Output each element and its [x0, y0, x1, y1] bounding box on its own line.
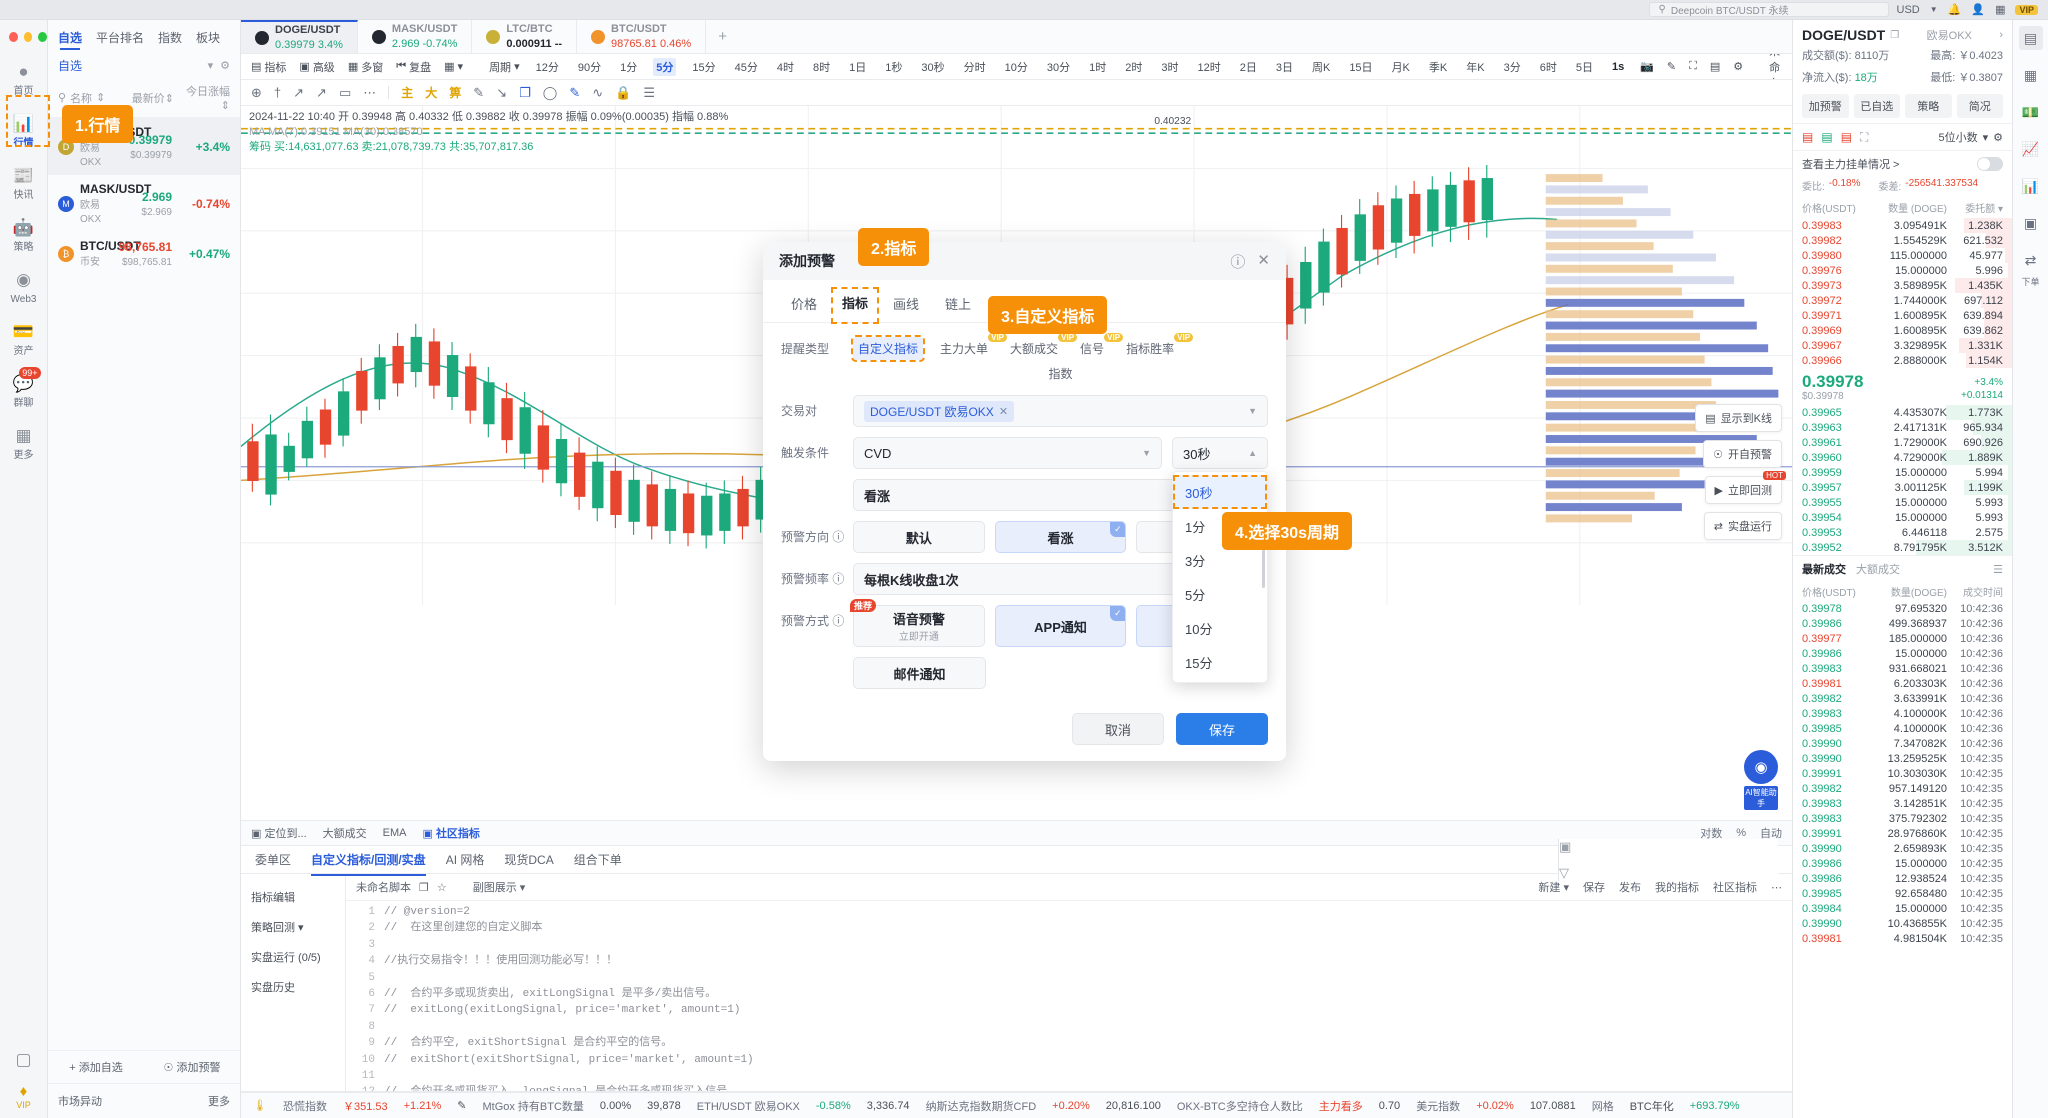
period-option-10m[interactable]: 10分 [1173, 611, 1267, 645]
callout-4: 4.选择30s周期 [1222, 512, 1353, 550]
dialog-tab-drawing[interactable]: 画线 [883, 289, 929, 322]
chevron-down-icon[interactable]: ▼ [1142, 448, 1151, 458]
help-icon[interactable]: ⓘ [832, 572, 844, 586]
trigger-label: 触发条件 [781, 446, 830, 460]
period-option-15m[interactable]: 15分 [1173, 645, 1267, 679]
frequency-value: 每根K线收盘1次 [864, 572, 959, 588]
save-button[interactable]: 保存 [1176, 713, 1268, 745]
help-icon[interactable]: ⓘ [832, 530, 844, 544]
method-voice-sub: 立即开通 [898, 632, 939, 643]
dialog-header-icons: ⓘ ✕ [1230, 251, 1270, 272]
direction-bullish[interactable]: 看涨 ✓ [994, 521, 1127, 553]
alert-type-label: 提醒类型 [781, 342, 830, 356]
check-icon: ✓ [1110, 606, 1126, 621]
check-icon: ✓ [1110, 522, 1126, 537]
alert-type-main-orders[interactable]: 主力大单 VIP [935, 333, 1008, 360]
period-value: 30秒 [1183, 446, 1211, 462]
trigger-indicator-value: CVD [864, 445, 892, 461]
close-icon[interactable]: ✕ [1257, 251, 1270, 272]
close-icon[interactable]: ✕ [999, 405, 1008, 418]
dialog-footer: 取消 保存 [763, 699, 1286, 761]
cancel-button[interactable]: 取消 [1072, 713, 1164, 745]
alert-type-custom-indicator[interactable]: 自定义指标 [850, 335, 926, 362]
pair-select[interactable]: DOGE/USDT 欧易OKX ✕ ▼ [853, 395, 1268, 427]
direction-default[interactable]: 默认 [853, 521, 985, 553]
alert-type-signal[interactable]: 信号 VIP [1075, 333, 1124, 360]
method-voice[interactable]: 推荐 语音预警 立即开通 [850, 599, 985, 647]
alert-type-index[interactable]: 指数 [1043, 362, 1077, 385]
method-label: 预警方式 ⓘ [781, 614, 845, 628]
dialog-tab-onchain[interactable]: 链上 [935, 289, 981, 322]
chevron-up-icon[interactable]: ▲ [1248, 448, 1257, 458]
period-option-30s[interactable]: 30秒 [1173, 475, 1267, 509]
alert-type-options: 自定义指标 主力大单 VIP 大额成交 VIP 信号 VIP 指标胜率 VIP 指数 [850, 333, 1268, 385]
period-dropdown: 30秒 1分 3分 5分 10分 15分 [1172, 471, 1268, 683]
pair-label: 交易对 [781, 404, 818, 418]
period-option-5m[interactable]: 5分 [1173, 577, 1267, 611]
dialog-tab-price[interactable]: 价格 [781, 289, 827, 322]
condition-value: 看涨 [864, 488, 891, 504]
direction-label: 预警方向 ⓘ [781, 530, 845, 544]
alert-type-large-trades[interactable]: 大额成交 VIP [1005, 333, 1078, 360]
callout-1: 1.行情 [62, 105, 134, 143]
recommend-badge: 推荐 [850, 599, 877, 612]
alert-type-row: 提醒类型 自定义指标 主力大单 VIP 大额成交 VIP 信号 VIP 指标胜率 VIP… [781, 333, 1268, 385]
callout-2: 2.指标 [858, 228, 930, 266]
period-select[interactable]: 30秒 ▲ [1172, 437, 1268, 469]
dialog-tab-indicator[interactable]: 指标 [831, 287, 880, 324]
pair-chip-label: DOGE/USDT 欧易OKX [870, 404, 994, 419]
trigger-indicator-select[interactable]: CVD ▼ [853, 437, 1162, 469]
dialog-header: 添加预警 ⓘ ✕ [763, 242, 1286, 280]
help-icon[interactable]: ⓘ [1230, 251, 1245, 272]
alert-type-winrate[interactable]: 指标胜率 VIP [1121, 333, 1194, 360]
pair-chip[interactable]: DOGE/USDT 欧易OKX ✕ [864, 400, 1015, 422]
vip-badge: VIP [1174, 333, 1194, 342]
pair-row: 交易对 DOGE/USDT 欧易OKX ✕ ▼ [781, 395, 1268, 427]
dialog-body: 提醒类型 自定义指标 主力大单 VIP 大额成交 VIP 信号 VIP 指标胜率 VIP… [763, 323, 1286, 689]
method-app[interactable]: APP通知 ✓ [994, 605, 1127, 647]
help-icon[interactable]: ⓘ [832, 614, 844, 628]
frequency-label: 预警频率 ⓘ [781, 572, 845, 586]
callout-3: 3.自定义指标 [988, 296, 1108, 334]
dialog-title: 添加预警 [779, 253, 835, 269]
app-root: ⚲ Deepcoin BTC/USDT 永续 USD ▼ 🔔 👤 ▦ VIP ●… [0, 0, 2048, 1118]
method-email[interactable]: 邮件通知 [853, 657, 986, 689]
chevron-down-icon[interactable]: ▼ [1248, 406, 1257, 416]
trigger-row: 触发条件 CVD ▼ 30秒 ▲ 30秒 1分 3分 5分 10分 15分 看涨 [781, 437, 1268, 683]
highlight-box-market [6, 95, 50, 147]
